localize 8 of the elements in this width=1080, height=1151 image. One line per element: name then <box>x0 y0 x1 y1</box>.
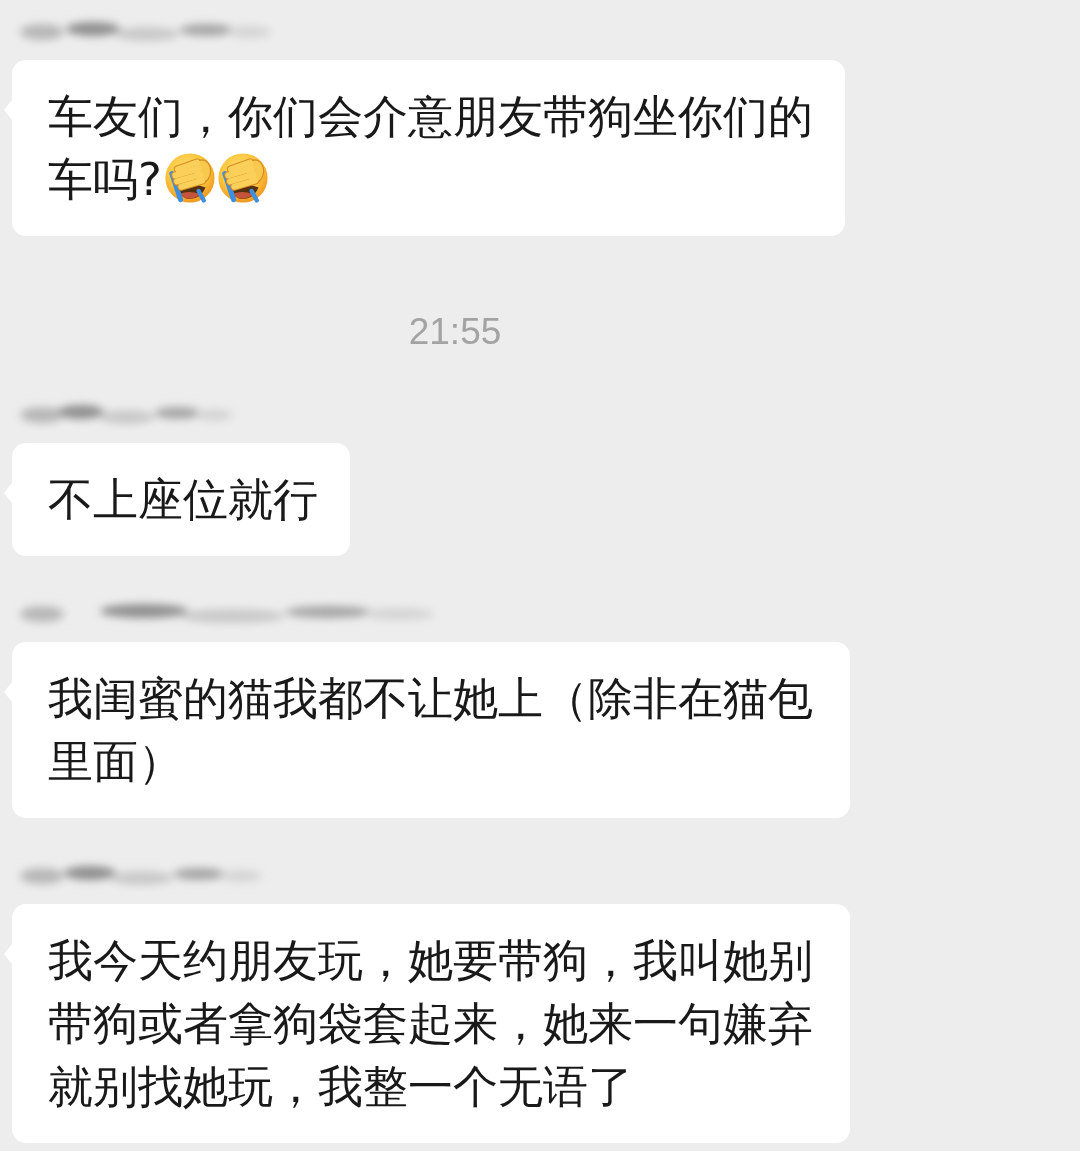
facepalm-emoji-icon <box>217 153 268 203</box>
message-text: 我今天约朋友玩，她要带狗，我叫她别带狗或者拿狗袋套起来，她来一句嫌弃就别找她玩，我整一个无语了 <box>48 934 813 1113</box>
message-text: 车友们，你们会介意朋友带狗坐你们的 <box>48 89 813 145</box>
message-text: 我闺蜜的猫我都不让她上（除非在猫包里面） <box>48 672 813 788</box>
facepalm-emoji-icon <box>164 153 215 203</box>
message-text: 车吗? <box>48 153 162 206</box>
timestamp: 21:55 <box>408 312 502 352</box>
message-text: 不上座位就行 <box>48 473 318 526</box>
